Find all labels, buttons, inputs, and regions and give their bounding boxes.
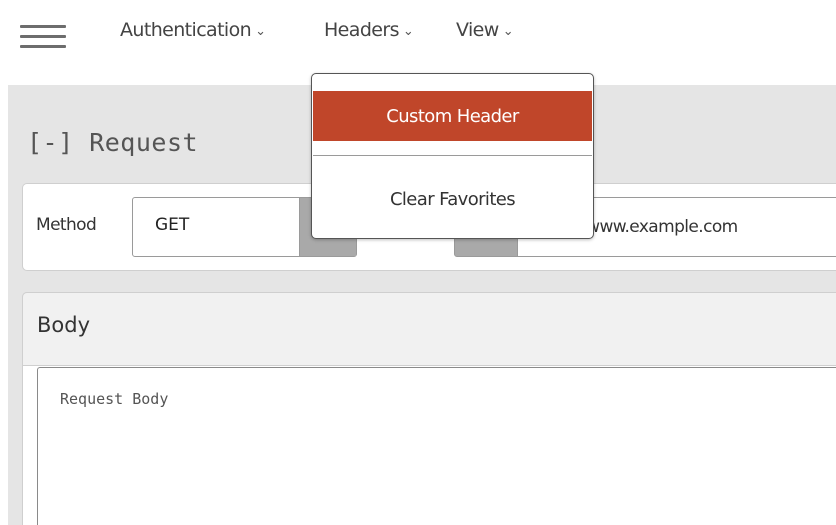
menu-headers[interactable]: Headers ⌄ [324,17,414,43]
method-value: GET [155,215,190,235]
menu-authentication-label: Authentication [120,19,252,41]
menu-item-custom-header[interactable]: Custom Header [313,91,592,141]
menu-item-clear-favorites[interactable]: Clear Favorites [313,176,592,222]
request-section-toggle[interactable]: [-] Request [27,128,198,157]
chevron-down-icon: ⌄ [255,24,266,39]
request-body-textarea[interactable] [37,367,836,525]
chevron-down-icon: ⌄ [502,24,514,39]
body-title: Body [37,313,91,337]
menu-view[interactable]: View ⌄ [456,17,514,43]
hamburger-icon[interactable] [20,25,66,49]
hamburger-line [20,35,66,38]
menu-authentication[interactable]: Authentication ⌄ [120,17,266,43]
hamburger-line [20,25,66,28]
body-panel-header [22,292,836,366]
menu-headers-label: Headers [324,19,399,41]
menu-divider [313,155,592,156]
chevron-down-icon: ⌄ [402,24,414,39]
method-label: Method [36,215,97,235]
menu-view-label: View [456,19,499,41]
hamburger-line [20,45,66,48]
